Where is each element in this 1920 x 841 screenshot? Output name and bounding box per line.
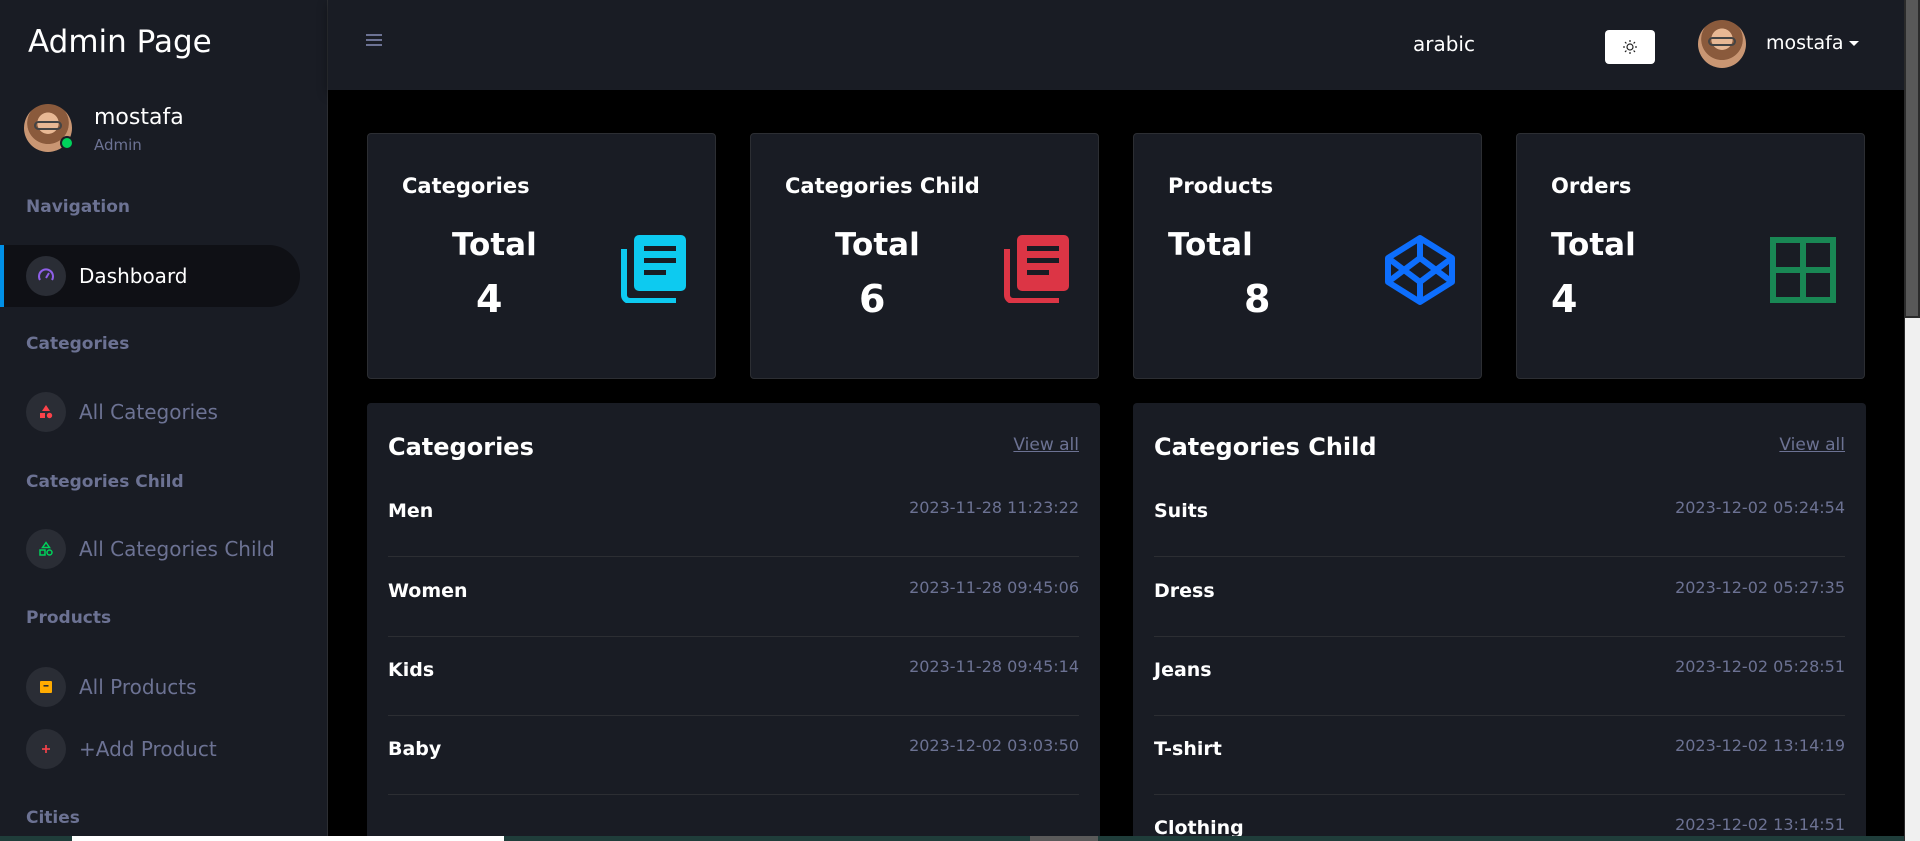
list-item[interactable]: Clothing 2023-12-02 13:14:51 (1154, 795, 1845, 836)
topbar: arabic mostafa (328, 0, 1904, 90)
stat-card-orders: Orders Total 4 (1516, 133, 1865, 379)
speedometer-icon (26, 256, 66, 296)
nav-heading-categories-child: Categories Child (26, 472, 184, 492)
stat-total-label: Total (452, 227, 537, 263)
stat-total-label: Total (1168, 227, 1253, 263)
nav-heading-navigation: Navigation (26, 197, 130, 217)
vertical-scrollbar-thumb[interactable] (1906, 0, 1918, 316)
stat-value: 4 (1551, 277, 1578, 321)
sidebar-item-all-categories[interactable]: All Categories (0, 381, 300, 443)
sidebar-profile[interactable]: mostafa Admin (24, 104, 304, 160)
sun-icon (1623, 40, 1637, 54)
sidebar-item-add-product[interactable]: +Add Product (0, 718, 300, 780)
brand-title[interactable]: Admin Page (28, 24, 212, 60)
stat-title: Products (1168, 174, 1274, 198)
item-date: 2023-11-28 09:45:14 (909, 657, 1079, 676)
item-name: Baby (388, 738, 442, 760)
profile-name: mostafa (94, 105, 184, 130)
stat-value: 8 (1244, 277, 1271, 321)
stat-value: 4 (476, 277, 503, 321)
sidebar: Admin Page mostafa Admin Navigation Dash… (0, 0, 328, 836)
main-content: Categories Total 4 Categories Child Tota… (328, 90, 1904, 836)
categories-list-card: Categories View all Men 2023-11-28 11:23… (367, 403, 1100, 836)
view-all-link[interactable]: View all (1013, 435, 1079, 455)
sidebar-item-all-products[interactable]: All Products (0, 656, 300, 718)
horizontal-scrollbar-thumb[interactable] (1030, 836, 1098, 841)
stat-card-categories: Categories Total 4 (367, 133, 716, 379)
stat-title: Categories Child (785, 174, 980, 198)
online-status-dot (60, 136, 74, 150)
list-item[interactable]: Dress 2023-12-02 05:27:35 (1154, 558, 1845, 637)
stat-total-label: Total (1551, 227, 1636, 263)
scrollbar-overlay (1905, 318, 1920, 841)
view-all-link[interactable]: View all (1779, 435, 1845, 455)
language-switch[interactable]: arabic (1413, 32, 1475, 56)
list-item[interactable]: Men 2023-11-28 11:23:22 (388, 478, 1079, 557)
nav-heading-cities: Cities (26, 808, 80, 828)
list-item[interactable]: Women 2023-11-28 09:45:06 (388, 558, 1079, 637)
item-name: Clothing (1154, 817, 1244, 836)
profile-role: Admin (94, 136, 142, 154)
avatar (24, 104, 74, 152)
document-icon (621, 235, 686, 303)
item-date: 2023-12-02 05:28:51 (1675, 657, 1845, 676)
chevron-down-icon[interactable] (1849, 41, 1859, 46)
plus-icon (26, 729, 66, 769)
item-date: 2023-12-02 05:27:35 (1675, 578, 1845, 597)
stat-card-products: Products Total 8 (1133, 133, 1482, 379)
grid-icon (1770, 237, 1836, 303)
sidebar-item-dashboard[interactable]: Dashboard (0, 245, 300, 307)
stat-title: Orders (1551, 174, 1632, 198)
list-title: Categories Child (1154, 433, 1377, 461)
horizontal-scrollbar-overlay (72, 836, 504, 841)
shapes-icon (26, 392, 66, 432)
list-item[interactable]: Suits 2023-12-02 05:24:54 (1154, 478, 1845, 557)
list-item[interactable]: Kids 2023-11-28 09:45:14 (388, 637, 1079, 716)
stat-total-label: Total (835, 227, 920, 263)
stat-title: Categories (402, 174, 530, 198)
stat-card-categories-child: Categories Child Total 6 (750, 133, 1099, 379)
list-item[interactable]: T-shirt 2023-12-02 13:14:19 (1154, 716, 1845, 795)
item-date: 2023-11-28 11:23:22 (909, 498, 1079, 517)
sidebar-item-label: All Categories (79, 400, 218, 424)
sidebar-item-label: All Categories Child (79, 537, 275, 561)
item-name: Jeans (1154, 659, 1212, 681)
item-date: 2023-11-28 09:45:06 (909, 578, 1079, 597)
sidebar-item-all-categories-child[interactable]: All Categories Child (0, 518, 300, 580)
item-name: Dress (1154, 580, 1215, 602)
item-date: 2023-12-02 13:14:19 (1675, 736, 1845, 755)
nav-heading-products: Products (26, 608, 112, 628)
item-name: Women (388, 580, 468, 602)
sidebar-item-label: All Products (79, 675, 197, 699)
item-name: Suits (1154, 500, 1209, 522)
codepen-icon (1385, 235, 1455, 305)
document-icon (1004, 235, 1069, 303)
user-menu-toggle[interactable]: mostafa (1766, 32, 1843, 54)
stat-value: 6 (859, 277, 886, 321)
item-date: 2023-12-02 03:03:50 (909, 736, 1079, 755)
item-name: Men (388, 500, 434, 522)
user-avatar[interactable] (1698, 20, 1746, 68)
item-date: 2023-12-02 13:14:51 (1675, 815, 1845, 834)
item-name: Kids (388, 659, 435, 681)
categories-child-list-card: Categories Child View all Suits 2023-12-… (1133, 403, 1866, 836)
nav-heading-categories: Categories (26, 334, 130, 354)
list-item[interactable]: Baby 2023-12-02 03:03:50 (388, 716, 1079, 795)
menu-toggle-icon[interactable] (366, 34, 382, 46)
sidebar-item-label: Dashboard (79, 264, 188, 288)
theme-toggle-button[interactable] (1605, 30, 1655, 64)
list-title: Categories (388, 433, 534, 461)
sidebar-item-label: +Add Product (79, 737, 217, 761)
item-date: 2023-12-02 05:24:54 (1675, 498, 1845, 517)
item-name: T-shirt (1154, 738, 1222, 760)
shapes-outline-icon (26, 529, 66, 569)
list-item[interactable]: Jeans 2023-12-02 05:28:51 (1154, 637, 1845, 716)
archive-icon (26, 667, 66, 707)
